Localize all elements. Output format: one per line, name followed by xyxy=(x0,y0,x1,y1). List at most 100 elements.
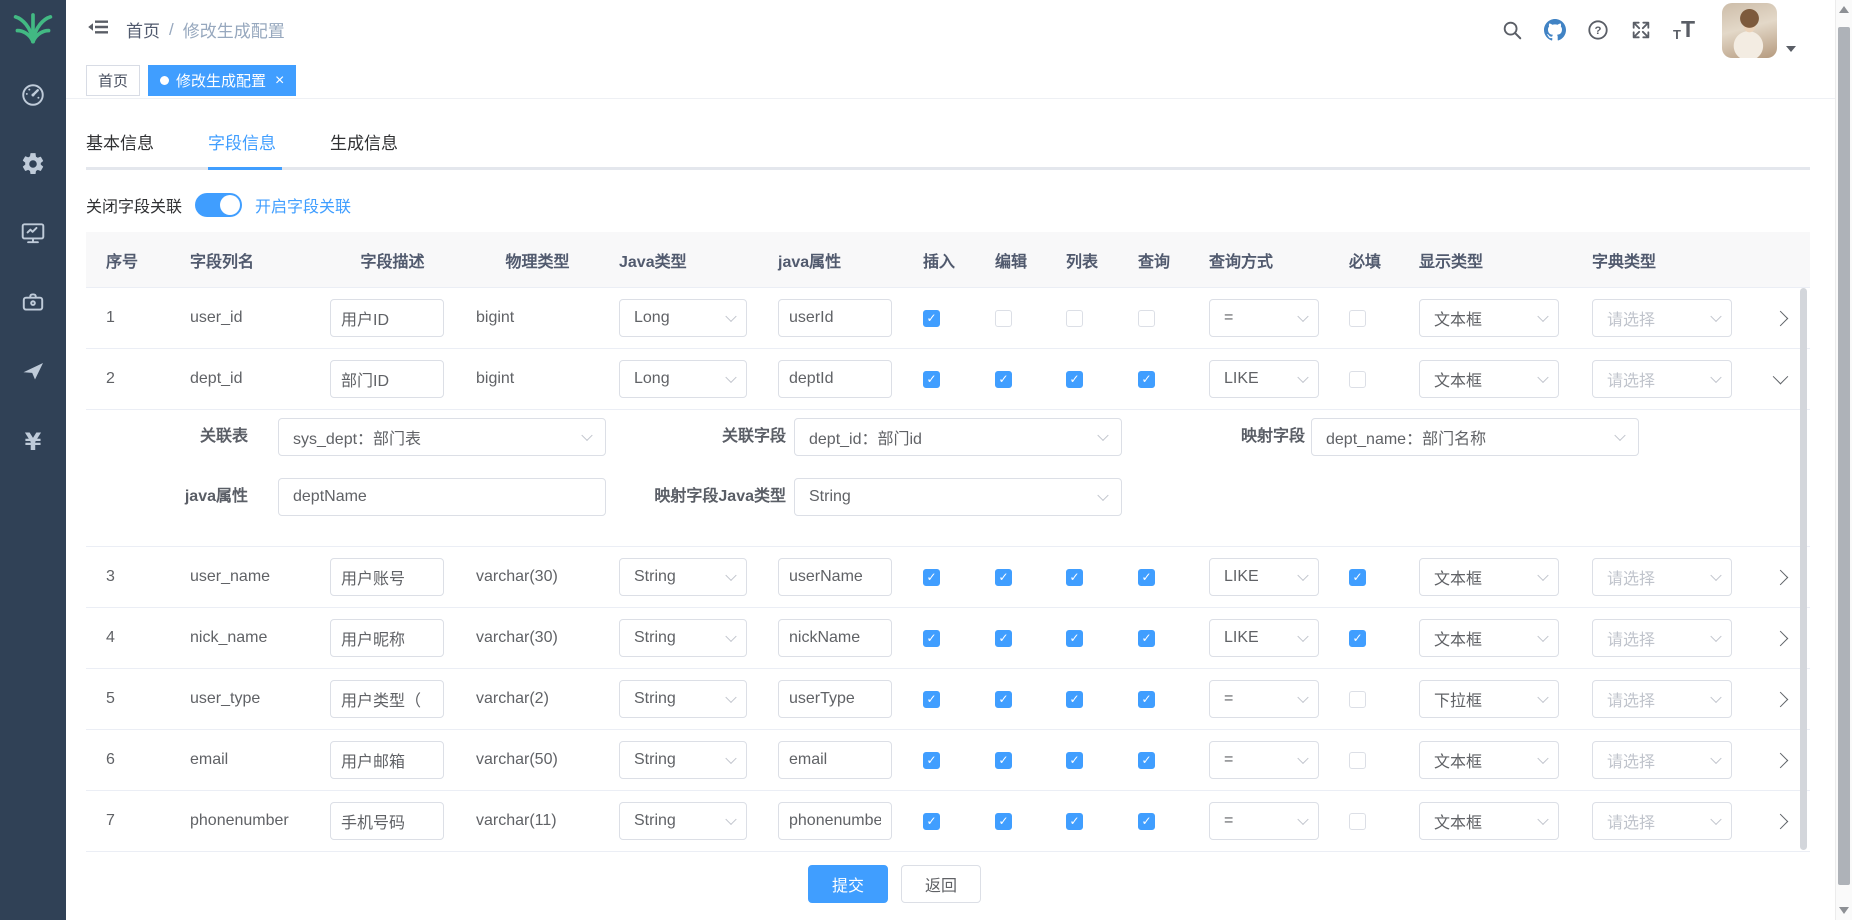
column-description-input[interactable] xyxy=(330,680,444,718)
sidebar-item-guide[interactable] xyxy=(20,360,46,386)
user-menu[interactable] xyxy=(1722,1,1796,58)
insert-checkbox[interactable] xyxy=(923,569,940,586)
tab-generate-info[interactable]: 生成信息 xyxy=(330,123,404,170)
column-description-input[interactable] xyxy=(330,802,444,840)
required-checkbox[interactable] xyxy=(1349,813,1366,830)
list-checkbox[interactable] xyxy=(1066,813,1083,830)
query-type-select[interactable]: LIKE xyxy=(1209,558,1319,596)
html-type-select[interactable]: 文本框 xyxy=(1419,299,1559,337)
expand-row-icon[interactable] xyxy=(1772,310,1788,326)
java-type-select[interactable]: String xyxy=(619,558,747,596)
column-description-input[interactable] xyxy=(330,619,444,657)
html-type-select[interactable]: 文本框 xyxy=(1419,360,1559,398)
column-description-input[interactable] xyxy=(330,360,444,398)
expand-row-icon[interactable] xyxy=(1772,691,1788,707)
insert-checkbox[interactable] xyxy=(923,691,940,708)
java-field-input[interactable] xyxy=(778,619,892,657)
query-checkbox[interactable] xyxy=(1138,752,1155,769)
required-checkbox[interactable] xyxy=(1349,752,1366,769)
relation-switch[interactable] xyxy=(195,193,242,217)
app-logo[interactable] xyxy=(11,8,55,48)
list-checkbox[interactable] xyxy=(1066,569,1083,586)
column-description-input[interactable] xyxy=(330,299,444,337)
required-checkbox[interactable] xyxy=(1349,569,1366,586)
list-checkbox[interactable] xyxy=(1066,630,1083,647)
html-type-select[interactable]: 文本框 xyxy=(1419,619,1559,657)
github-icon[interactable] xyxy=(1544,19,1566,41)
dict-type-select[interactable]: 请选择 xyxy=(1592,619,1732,657)
query-type-select[interactable]: LIKE xyxy=(1209,619,1319,657)
tag-current-page[interactable]: 修改生成配置 × xyxy=(148,65,296,96)
edit-checkbox[interactable] xyxy=(995,752,1012,769)
insert-checkbox[interactable] xyxy=(923,310,940,327)
edit-checkbox[interactable] xyxy=(995,691,1012,708)
dict-type-select[interactable]: 请选择 xyxy=(1592,680,1732,718)
edit-checkbox[interactable] xyxy=(995,371,1012,388)
sidebar-item-pay[interactable]: ¥ xyxy=(25,429,42,455)
required-checkbox[interactable] xyxy=(1349,371,1366,388)
html-type-select[interactable]: 文本框 xyxy=(1419,741,1559,779)
expand-row-icon[interactable] xyxy=(1772,813,1788,829)
list-checkbox[interactable] xyxy=(1066,371,1083,388)
query-checkbox[interactable] xyxy=(1138,371,1155,388)
breadcrumb-item-home[interactable]: 首页 xyxy=(126,17,160,42)
query-checkbox[interactable] xyxy=(1138,569,1155,586)
list-checkbox[interactable] xyxy=(1066,691,1083,708)
list-checkbox[interactable] xyxy=(1066,752,1083,769)
back-button[interactable]: 返回 xyxy=(901,865,981,903)
dict-type-select[interactable]: 请选择 xyxy=(1592,802,1732,840)
sidebar-item-monitor[interactable] xyxy=(20,222,46,248)
insert-checkbox[interactable] xyxy=(923,630,940,647)
edit-checkbox[interactable] xyxy=(995,813,1012,830)
tab-basic-info[interactable]: 基本信息 xyxy=(86,123,160,170)
sidebar-toggle-button[interactable] xyxy=(86,18,110,42)
font-size-icon[interactable]: TT xyxy=(1673,18,1695,41)
edit-checkbox[interactable] xyxy=(995,630,1012,647)
help-icon[interactable]: ? xyxy=(1587,19,1609,41)
expand-row-icon[interactable] xyxy=(1772,630,1788,646)
required-checkbox[interactable] xyxy=(1349,691,1366,708)
java-field-input[interactable] xyxy=(778,741,892,779)
query-type-select[interactable]: = xyxy=(1209,299,1319,337)
query-type-select[interactable]: = xyxy=(1209,741,1319,779)
java-type-select[interactable]: String xyxy=(619,741,747,779)
page-scrollbar-thumb[interactable] xyxy=(1838,27,1850,885)
avatar[interactable] xyxy=(1722,3,1777,58)
java-field-input[interactable] xyxy=(778,299,892,337)
tab-field-info[interactable]: 字段信息 xyxy=(208,123,282,170)
java-type-select[interactable]: String xyxy=(619,619,747,657)
mapping-java-type-select[interactable]: String xyxy=(794,478,1122,516)
java-field-input[interactable] xyxy=(778,558,892,596)
java-field-input[interactable] xyxy=(778,802,892,840)
relation-field-select[interactable]: dept_id：部门id xyxy=(794,418,1122,456)
html-type-select[interactable]: 文本框 xyxy=(1419,558,1559,596)
java-field-input[interactable] xyxy=(778,360,892,398)
mapping-field-select[interactable]: dept_name：部门名称 xyxy=(1311,418,1639,456)
fullscreen-icon[interactable] xyxy=(1630,19,1652,41)
close-icon[interactable]: × xyxy=(275,73,284,89)
insert-checkbox[interactable] xyxy=(923,752,940,769)
submit-button[interactable]: 提交 xyxy=(808,865,888,903)
query-checkbox[interactable] xyxy=(1138,310,1155,327)
insert-checkbox[interactable] xyxy=(923,371,940,388)
query-checkbox[interactable] xyxy=(1138,691,1155,708)
expand-row-icon[interactable] xyxy=(1772,368,1788,384)
expand-row-icon[interactable] xyxy=(1772,752,1788,768)
column-description-input[interactable] xyxy=(330,558,444,596)
query-checkbox[interactable] xyxy=(1138,813,1155,830)
table-scrollbar-thumb[interactable] xyxy=(1800,288,1807,850)
java-field-input[interactable] xyxy=(778,680,892,718)
java-attr-input[interactable] xyxy=(278,478,606,516)
query-type-select[interactable]: = xyxy=(1209,680,1319,718)
java-type-select[interactable]: String xyxy=(619,802,747,840)
java-type-select[interactable]: Long xyxy=(619,299,747,337)
dict-type-select[interactable]: 请选择 xyxy=(1592,360,1732,398)
dict-type-select[interactable]: 请选择 xyxy=(1592,558,1732,596)
html-type-select[interactable]: 文本框 xyxy=(1419,802,1559,840)
tag-home[interactable]: 首页 xyxy=(86,65,140,96)
query-checkbox[interactable] xyxy=(1138,630,1155,647)
insert-checkbox[interactable] xyxy=(923,813,940,830)
page-scrollbar[interactable] xyxy=(1835,0,1852,920)
required-checkbox[interactable] xyxy=(1349,310,1366,327)
query-type-select[interactable]: = xyxy=(1209,802,1319,840)
